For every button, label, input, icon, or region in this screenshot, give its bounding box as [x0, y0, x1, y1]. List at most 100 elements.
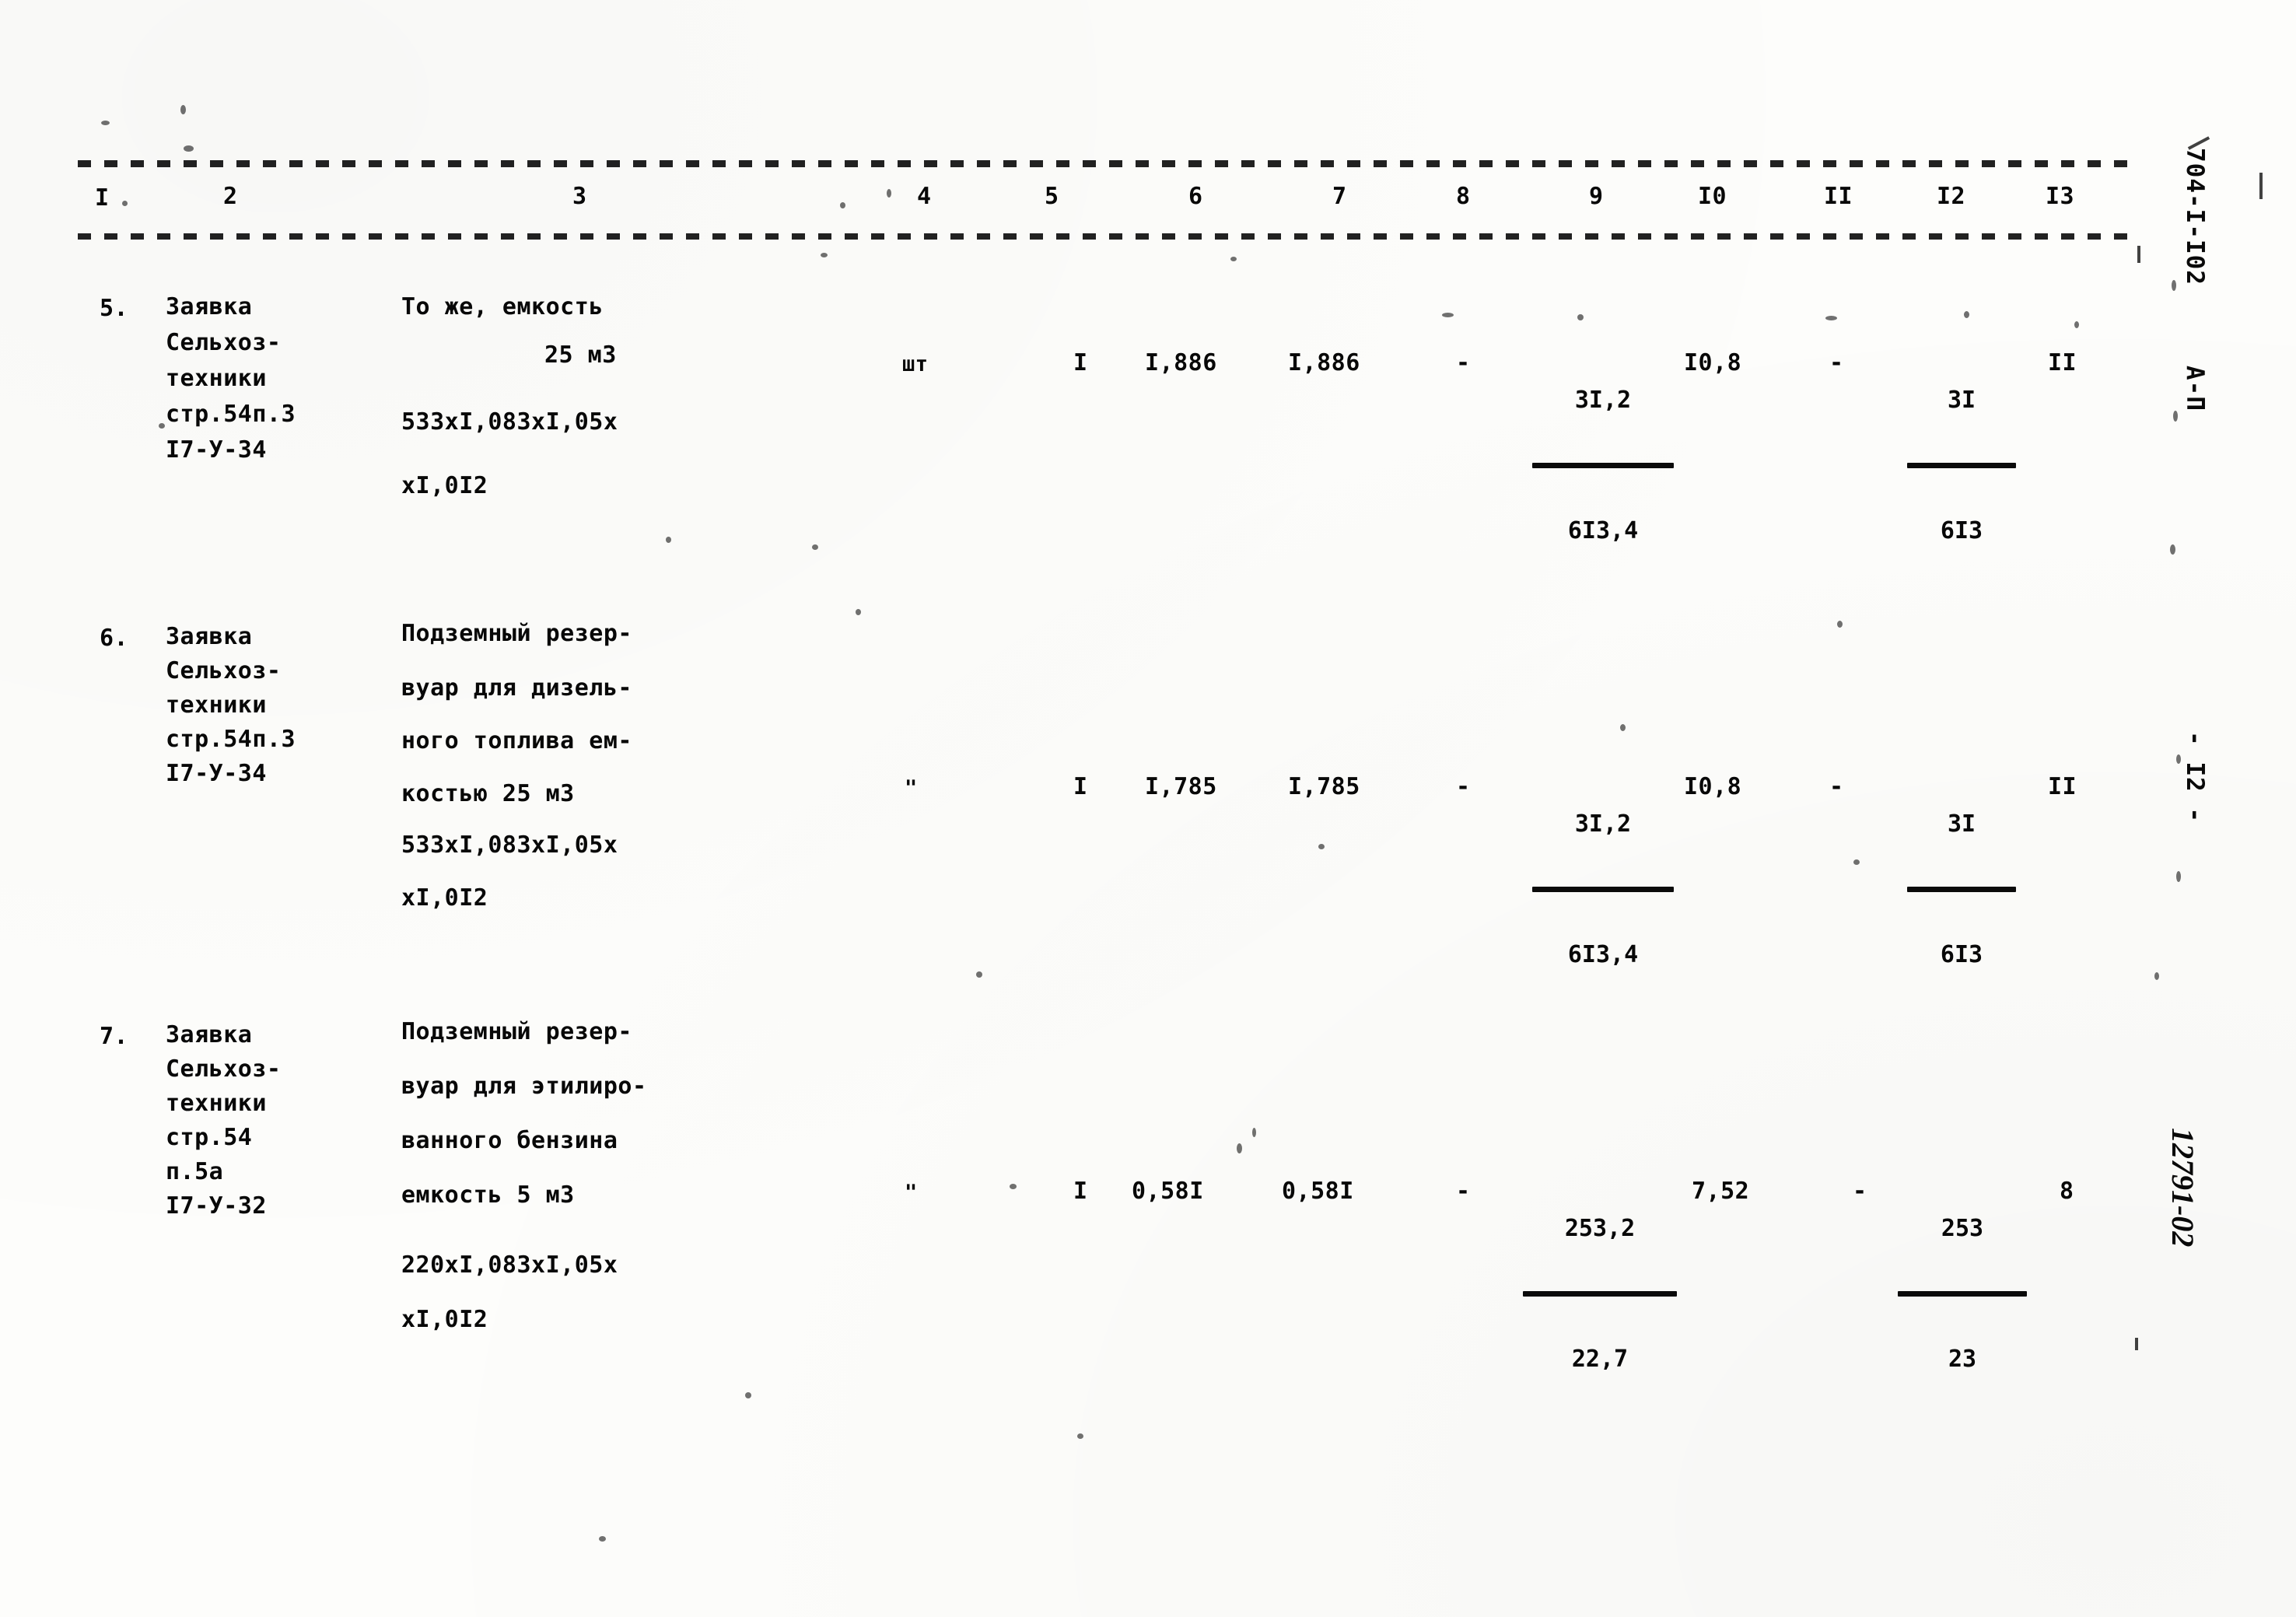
column-number-9: 9	[1589, 183, 1604, 210]
fraction-bar	[1907, 463, 2016, 468]
scan-speck	[122, 201, 128, 206]
row-description-line: Подземный резер-	[401, 1018, 632, 1045]
fraction-denominator: 6I3,4	[1567, 517, 1639, 544]
row-col-13: II	[2048, 349, 2077, 376]
scan-tick	[2135, 1338, 2138, 1350]
column-number-2: 2	[223, 183, 238, 210]
row-col-10: I0,8	[1684, 773, 1742, 800]
scan-speck	[2170, 544, 2175, 555]
column-number-8: 8	[1456, 183, 1471, 210]
scan-speck	[887, 189, 891, 198]
scan-speck	[101, 121, 110, 125]
column-number-12: I2	[1937, 183, 1966, 210]
row-col-10: I0,8	[1684, 349, 1742, 376]
scan-speck	[2154, 972, 2159, 980]
scan-speck	[812, 544, 818, 550]
scan-speck	[1837, 621, 1843, 628]
row-description-line: 533хI,083хI,05х	[401, 408, 618, 436]
scan-speck	[1237, 1143, 1242, 1153]
row-col-11: -	[1853, 1178, 1867, 1205]
scan-speck	[184, 145, 194, 152]
row-col-6: I,785	[1145, 773, 1217, 800]
row-description-line: вуар для дизель-	[401, 674, 632, 702]
row-col-12-fraction: 3I 6I3	[1907, 342, 2016, 590]
row-description-line: емкость 5 м3	[401, 1181, 575, 1209]
row-description-line: 25 м3	[544, 341, 617, 369]
row-source-line: I7-У-34	[166, 760, 267, 787]
fraction-numerator: 3I,2	[1574, 387, 1632, 414]
margin-series-code: 704-I-I02	[2181, 148, 2209, 285]
row-description-line: хI,0I2	[401, 884, 488, 912]
fraction-numerator: 3I	[1947, 387, 1976, 414]
scan-speck	[1230, 257, 1237, 261]
column-number-11: II	[1824, 183, 1853, 210]
scan-speck	[1825, 316, 1837, 320]
row-source-line: техники	[166, 1090, 267, 1117]
column-number-3: 3	[572, 183, 587, 210]
row-description-line: вуар для этилиро-	[401, 1073, 647, 1100]
row-unit: шт	[902, 352, 929, 376]
fraction-bar	[1532, 887, 1674, 892]
column-number-13: I3	[2046, 183, 2075, 210]
scan-tick	[2137, 246, 2140, 263]
row-col-5: I	[1073, 773, 1088, 800]
row-description-line: ного топлива ем-	[401, 727, 632, 754]
scan-speck	[159, 423, 165, 429]
fraction-denominator: 6I3	[1940, 941, 1983, 968]
row-source-line: п.5а	[166, 1158, 224, 1185]
row-col-13: 8	[2060, 1178, 2074, 1205]
row-source-line: техники	[166, 691, 267, 719]
scan-speck	[840, 202, 845, 208]
scan-speck	[1577, 314, 1584, 320]
row-col-8: -	[1456, 1178, 1471, 1205]
scan-speck	[1442, 313, 1454, 317]
scan-speck	[976, 971, 982, 978]
table-header-bottom-rule	[78, 233, 2139, 240]
scan-speck	[1077, 1433, 1083, 1439]
row-source-line: I7-У-34	[166, 436, 267, 464]
margin-sheet-class: А-П	[2181, 366, 2209, 411]
row-col-5: I	[1073, 349, 1088, 376]
fraction-numerator: 3I	[1947, 810, 1976, 838]
row-description-line: То же, емкость	[401, 293, 604, 320]
row-index: 7.	[100, 1023, 129, 1050]
fraction-bar	[1907, 887, 2016, 892]
row-description-line: Подземный резер-	[401, 620, 632, 647]
row-source-line: I7-У-32	[166, 1192, 267, 1220]
row-col-9-fraction: 3I,2 6I3,4	[1532, 342, 1674, 590]
fraction-numerator: 253	[1941, 1215, 1984, 1242]
row-source-line: Сельхоз-	[166, 329, 282, 356]
scan-speck	[1620, 724, 1626, 731]
margin-handwritten-number: 12791-02	[2165, 1128, 2200, 1248]
row-col-6: I,886	[1145, 349, 1217, 376]
row-col-9-fraction: 3I,2 6I3,4	[1532, 766, 1674, 1013]
row-col-10: 7,52	[1692, 1178, 1750, 1205]
fraction-denominator: 6I3,4	[1567, 941, 1639, 968]
column-number-5: 5	[1045, 183, 1059, 210]
fraction-bar	[1898, 1291, 2027, 1297]
scan-speck	[599, 1536, 606, 1542]
column-number-6: 6	[1188, 183, 1203, 210]
column-number-1: I	[95, 184, 110, 212]
row-unit: "	[905, 1181, 918, 1205]
scan-speck	[745, 1392, 751, 1398]
fraction-bar	[1532, 463, 1674, 468]
scan-speck	[1964, 311, 1969, 318]
column-number-10: I0	[1698, 183, 1727, 210]
row-index: 6.	[100, 625, 129, 652]
row-description-line: 533хI,083хI,05х	[401, 831, 618, 859]
row-col-12-fraction: 253 23	[1898, 1171, 2027, 1418]
scan-tick	[2259, 173, 2263, 199]
row-col-7: I,886	[1288, 349, 1360, 376]
row-col-13: II	[2048, 773, 2077, 800]
scan-speck	[666, 537, 671, 543]
row-description-line: костью 25 м3	[401, 780, 575, 807]
row-source-line: Заявка	[166, 293, 253, 320]
scan-speck	[2074, 321, 2079, 328]
row-col-5: I	[1073, 1178, 1088, 1205]
scan-speck	[2173, 411, 2178, 422]
scan-speck	[1318, 844, 1325, 849]
row-description-line: ванного бензина	[401, 1127, 618, 1154]
row-source-line: стр.54п.3	[166, 401, 296, 428]
row-col-7: 0,58I	[1282, 1178, 1354, 1205]
